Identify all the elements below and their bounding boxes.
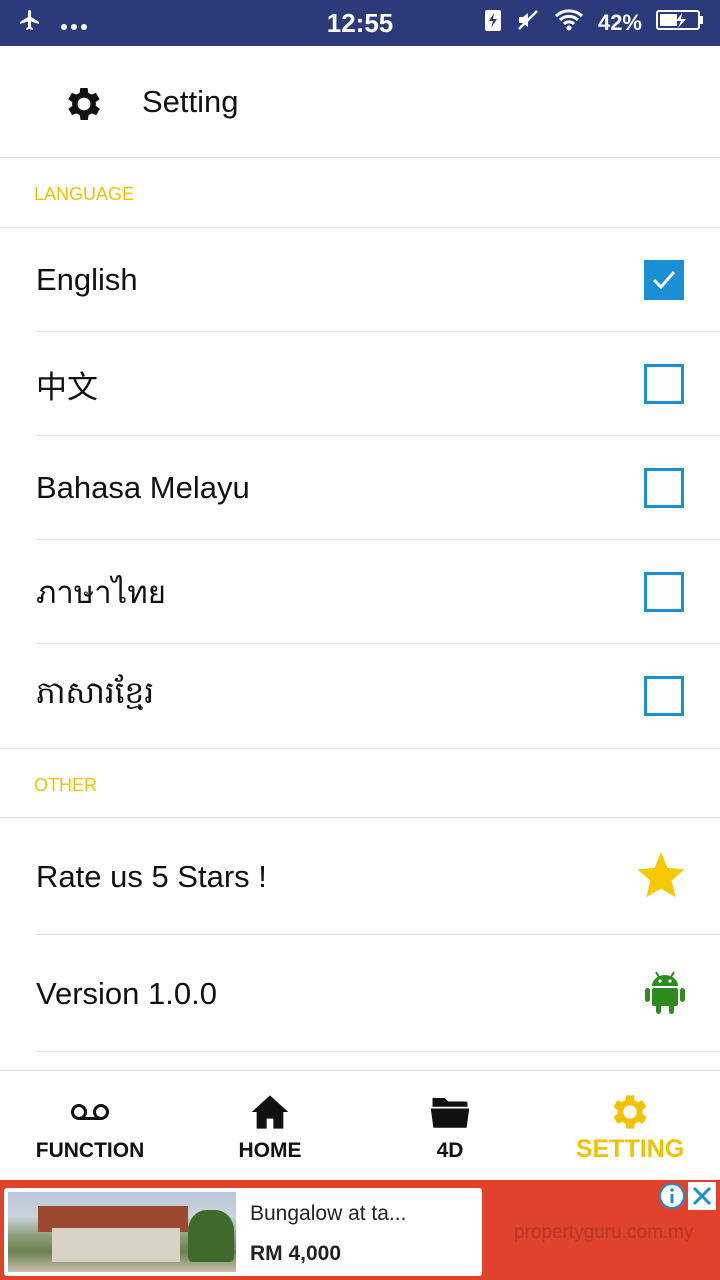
ad-image [8, 1192, 236, 1272]
language-label: ភាសារខ្មែរ [36, 674, 155, 710]
nav-label: HOME [238, 1139, 302, 1162]
battery-saver-icon [484, 8, 502, 38]
language-option-thai[interactable]: ภาษาไทย [0, 540, 720, 644]
ad-close-icon[interactable] [688, 1182, 716, 1210]
ad-title: Bungalow at ta... [250, 1202, 407, 1225]
nav-setting[interactable]: SETTING [540, 1071, 720, 1181]
rate-us-label: Rate us 5 Stars ! [36, 858, 267, 894]
wifi-icon [554, 8, 584, 38]
language-label: Bahasa Melayu [36, 470, 250, 505]
language-checkbox[interactable] [644, 260, 684, 300]
voicemail-icon [0, 1089, 180, 1135]
language-checkbox[interactable] [644, 572, 684, 612]
version-row[interactable]: Version 1.0.0 [0, 935, 720, 1052]
home-icon [180, 1089, 360, 1135]
nav-home[interactable]: HOME [180, 1071, 360, 1181]
nav-label: 4D [436, 1139, 464, 1162]
other-section-heading: OTHER [0, 748, 720, 818]
gear-icon [62, 82, 106, 126]
nav-label: SETTING [575, 1135, 685, 1163]
divider [36, 1051, 720, 1052]
version-label: Version 1.0.0 [36, 975, 217, 1011]
language-option-khmer[interactable]: ភាសារខ្មែរ [0, 644, 720, 748]
language-label: 中文 [36, 369, 98, 405]
language-checkbox[interactable] [644, 364, 684, 404]
battery-icon [656, 9, 704, 37]
language-option-chinese[interactable]: 中文 [0, 332, 720, 436]
language-section-heading: LANGUAGE [0, 158, 720, 228]
language-option-english[interactable]: English [0, 228, 720, 332]
nav-4d[interactable]: 4D [360, 1071, 540, 1181]
section-heading-label: LANGUAGE [34, 184, 135, 204]
language-option-malay[interactable]: Bahasa Melayu [0, 436, 720, 540]
battery-percent: 42% [597, 10, 642, 35]
android-icon [644, 969, 686, 1019]
ad-info-icon[interactable] [658, 1182, 686, 1210]
ad-banner[interactable]: Bungalow at ta... RM 4,000 propertyguru.… [0, 1180, 720, 1280]
status-bar: 12:55 42% [0, 0, 720, 46]
bottom-navigation: FUNCTION HOME 4D SETTING [0, 1070, 720, 1180]
app-header: Setting [0, 46, 720, 158]
section-heading-label: OTHER [34, 775, 97, 795]
gear-icon [540, 1089, 720, 1135]
folder-icon [360, 1089, 540, 1135]
nav-label: FUNCTION [35, 1139, 145, 1162]
ad-card[interactable]: Bungalow at ta... RM 4,000 [4, 1188, 482, 1276]
star-icon [636, 852, 686, 904]
language-label: ภาษาไทย [36, 575, 166, 610]
rate-us-row[interactable]: Rate us 5 Stars ! [0, 818, 720, 935]
ad-price: RM 4,000 [250, 1242, 342, 1265]
page-title: Setting [142, 84, 239, 119]
language-label: English [36, 262, 138, 297]
language-checkbox[interactable] [644, 676, 684, 716]
ad-domain: propertyguru.com.my [514, 1222, 694, 1243]
language-checkbox[interactable] [644, 468, 684, 508]
nav-function[interactable]: FUNCTION [0, 1071, 180, 1181]
mute-icon [516, 8, 540, 38]
status-right-icons: 42% [484, 8, 704, 38]
